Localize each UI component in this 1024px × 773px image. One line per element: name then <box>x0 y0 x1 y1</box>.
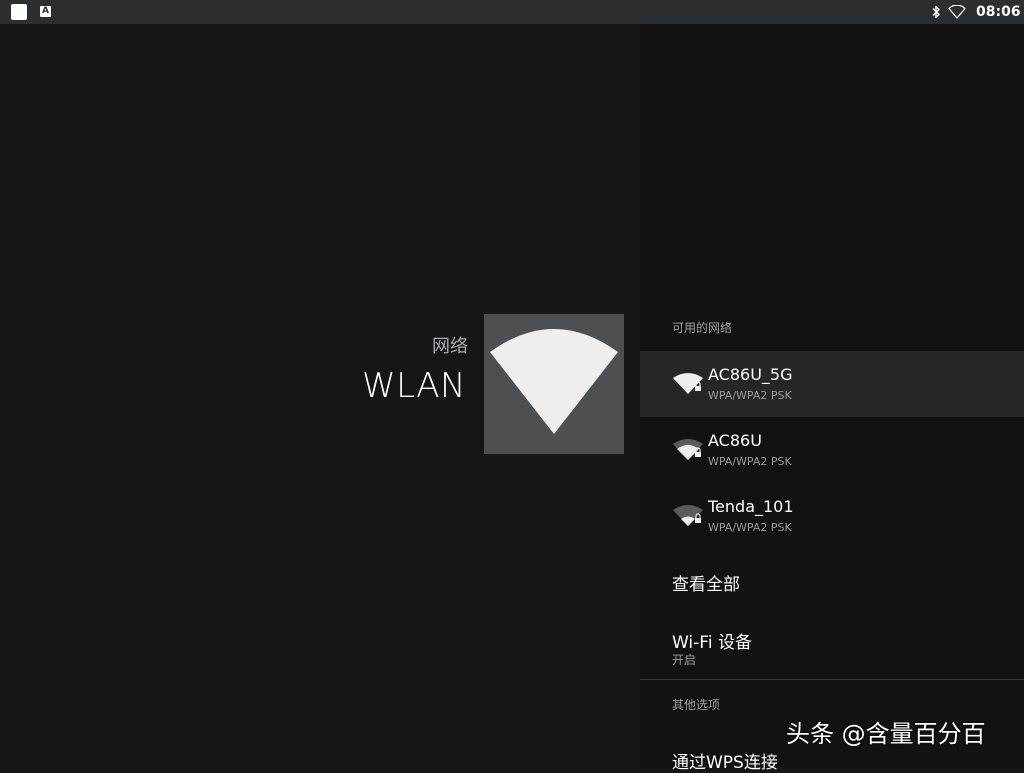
network-security: WPA/WPA2 PSK <box>708 521 792 534</box>
wifi-large-icon <box>490 329 618 434</box>
network-item-tenda-101[interactable]: Tenda_101 WPA/WPA2 PSK <box>640 483 1024 549</box>
wps-connect-button[interactable]: 通过WPS连接 <box>672 748 778 773</box>
network-item-ac86u-5g[interactable]: AC86U_5G WPA/WPA2 PSK <box>640 351 1024 417</box>
wifi-device-label: Wi-Fi 设备 <box>672 633 752 653</box>
watermark: 头条 @含量百分百 <box>786 720 986 748</box>
status-bar: A 08:06 <box>0 0 1024 24</box>
hero-tile <box>484 314 624 454</box>
wifi-signal-2-locked-icon <box>673 505 703 526</box>
see-all-button[interactable]: 查看全部 <box>672 570 740 595</box>
network-security: WPA/WPA2 PSK <box>708 455 792 468</box>
network-name: AC86U <box>708 431 762 450</box>
available-networks-header: 可用的网络 <box>672 321 733 335</box>
bluetooth-icon <box>932 5 940 19</box>
square-notification-icon <box>11 4 27 20</box>
wifi-signal-3-locked-icon <box>673 439 703 460</box>
a-notification-icon: A <box>40 6 51 17</box>
page-title: WLAN <box>361 366 466 406</box>
wifi-icon <box>948 5 966 19</box>
network-security: WPA/WPA2 PSK <box>708 389 792 402</box>
clock: 08:06 <box>976 4 1021 20</box>
category-label: 网络 <box>432 336 468 357</box>
network-name: Tenda_101 <box>708 497 794 516</box>
wifi-device-state: 开启 <box>672 653 697 667</box>
header-pane: 网络 WLAN <box>0 24 640 768</box>
divider <box>640 679 1024 680</box>
network-name: AC86U_5G <box>708 365 793 384</box>
network-item-ac86u[interactable]: AC86U WPA/WPA2 PSK <box>640 417 1024 483</box>
settings-list: 可用的网络 AC86U_5G WPA/WPA2 PSK AC86U WPA/WP… <box>640 24 1024 773</box>
wifi-signal-full-locked-icon <box>673 373 703 394</box>
other-options-header: 其他选项 <box>672 698 721 712</box>
